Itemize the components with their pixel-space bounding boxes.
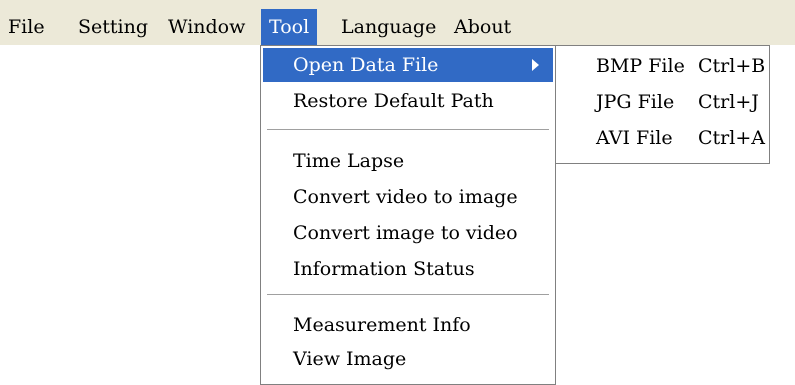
menu-item-label: Time Lapse <box>293 150 405 172</box>
submenu-item-avi-file[interactable]: AVI File Ctrl+A <box>558 122 767 154</box>
menu-item-view-image[interactable]: View Image <box>263 342 553 376</box>
submenu-item-label: JPG File <box>596 91 675 113</box>
menu-setting[interactable]: Setting <box>78 9 148 45</box>
chevron-right-icon <box>532 59 539 71</box>
menu-item-label: Information Status <box>293 258 475 280</box>
menu-item-label: Convert video to image <box>293 186 518 208</box>
tool-menu: Open Data File Restore Default Path Time… <box>260 45 556 385</box>
submenu-item-bmp-file[interactable]: BMP File Ctrl+B <box>558 50 767 82</box>
menu-item-label: Restore Default Path <box>293 90 494 112</box>
menu-item-convert-image-to-video[interactable]: Convert image to video <box>263 216 553 250</box>
open-data-file-submenu: BMP File Ctrl+B JPG File Ctrl+J AVI File… <box>555 45 770 164</box>
submenu-item-label: BMP File <box>596 55 685 77</box>
menu-item-restore-default-path[interactable]: Restore Default Path <box>263 84 553 118</box>
menu-bar: File Setting Window Tool Language About <box>0 0 795 45</box>
menu-separator <box>267 294 549 296</box>
menu-file[interactable]: File <box>8 9 45 45</box>
menu-separator <box>267 129 549 131</box>
menu-item-label: Convert image to video <box>293 222 518 244</box>
menu-item-open-data-file[interactable]: Open Data File <box>263 48 553 82</box>
menu-item-time-lapse[interactable]: Time Lapse <box>263 144 553 178</box>
submenu-item-shortcut: Ctrl+B <box>698 55 766 77</box>
menu-language[interactable]: Language <box>341 9 436 45</box>
menu-item-label: View Image <box>293 348 407 370</box>
menu-window[interactable]: Window <box>168 9 245 45</box>
menu-item-label: Measurement Info <box>293 314 471 336</box>
menu-item-measurement-info[interactable]: Measurement Info <box>263 308 553 342</box>
submenu-item-label: AVI File <box>596 127 673 149</box>
submenu-item-shortcut: Ctrl+A <box>698 127 765 149</box>
menu-tool[interactable]: Tool <box>261 9 318 45</box>
menu-item-convert-video-to-image[interactable]: Convert video to image <box>263 180 553 214</box>
menu-item-information-status[interactable]: Information Status <box>263 252 553 286</box>
menu-about[interactable]: About <box>454 9 511 45</box>
submenu-item-jpg-file[interactable]: JPG File Ctrl+J <box>558 86 767 118</box>
menu-item-label: Open Data File <box>293 54 439 76</box>
submenu-item-shortcut: Ctrl+J <box>698 91 759 113</box>
